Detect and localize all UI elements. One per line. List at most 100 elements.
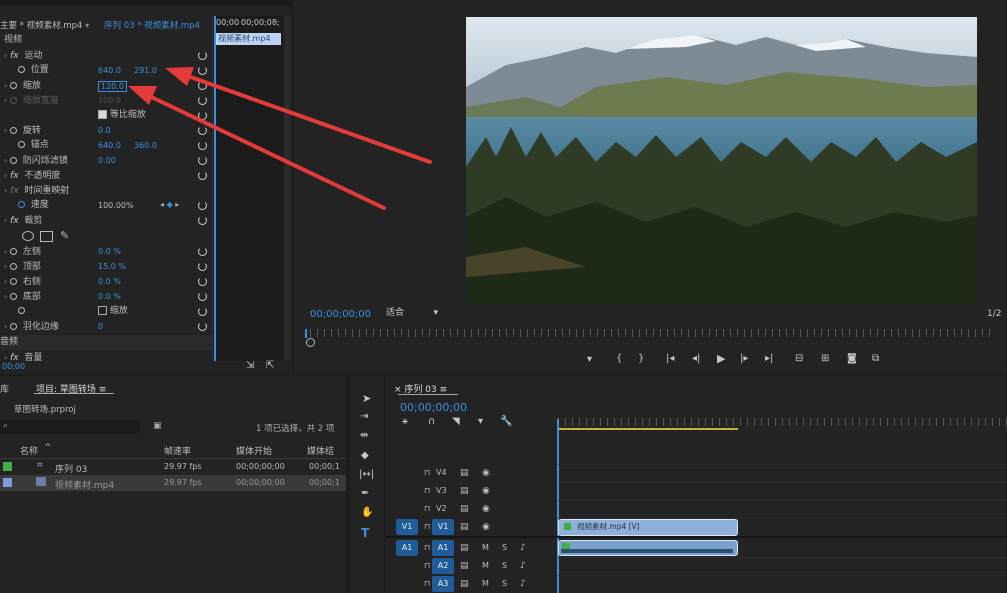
selection-tool-icon[interactable]: ➤ [362,392,371,405]
playhead-handle[interactable] [306,338,315,347]
add-marker-icon[interactable]: ▾ [587,354,592,365]
track-divider[interactable] [386,536,1007,538]
reset-scale-icon[interactable] [198,81,207,90]
column-media-start[interactable]: 媒体开始 [236,444,272,457]
lock-icon[interactable]: ⊓ [424,464,430,482]
add-marker-tl-icon[interactable]: ◥ [452,416,460,427]
track-target-a2[interactable]: A2 [432,558,454,574]
microphone-icon[interactable]: ♪ [520,557,526,575]
reset-scale-width-icon[interactable] [198,96,207,105]
fx-motion-row[interactable]: › fx 运动 [4,48,42,63]
sync-lock-icon[interactable]: ▤ [460,518,469,536]
library-tab[interactable]: 库 [0,382,9,395]
timeline-ruler[interactable] [558,418,1007,426]
track-target-a3[interactable]: A3 [432,576,454,592]
crop-top-value[interactable]: 15.0 % [98,262,126,271]
fit-dropdown[interactable]: 适合 ▾ [386,307,442,320]
linked-selection-icon[interactable]: ∩ [428,416,435,427]
zoom-checkbox-row[interactable]: 缩放 [98,304,128,319]
rotation-value[interactable]: 0.0 [98,126,111,135]
uniform-scale-checkbox[interactable] [98,110,107,119]
hand-tool-icon[interactable]: ✋ [361,507,373,518]
audio-clip[interactable] [558,540,738,556]
monitor-ruler[interactable] [310,329,993,337]
mark-out-icon[interactable]: } [638,353,644,364]
zoom-checkbox[interactable] [98,306,107,315]
label-color-chip[interactable] [3,478,12,487]
source-patch-v1[interactable]: V1 [396,519,418,535]
timeline-playhead[interactable] [557,419,559,593]
lock-icon[interactable]: ⊓ [424,482,430,500]
column-fps[interactable]: 帧速率 [164,444,191,457]
reset-position-icon[interactable] [198,66,207,75]
reset-crop-icon[interactable] [198,216,207,225]
reset-antiflicker-icon[interactable] [198,156,207,165]
stopwatch-icon[interactable] [18,66,25,73]
feather-value[interactable]: 0 [98,322,103,331]
reset-speed-icon[interactable] [198,201,207,210]
rectangle-mask-icon[interactable] [40,231,53,242]
fx-opacity-row[interactable]: › fx 不透明度 [4,168,60,183]
lift-icon[interactable]: ⊟ [795,353,803,364]
sync-lock-icon[interactable]: ▤ [460,557,469,575]
stopwatch-icon[interactable] [10,82,18,89]
microphone-icon[interactable]: ♪ [520,539,526,557]
lock-icon[interactable]: ⊓ [424,557,430,575]
keyframe-nav-icon[interactable]: ◂ ◆ ▸ [160,200,179,209]
sync-lock-icon[interactable]: ▤ [460,500,469,518]
reset-rotation-icon[interactable] [198,126,207,135]
column-name[interactable]: 名称 [20,444,38,457]
go-to-in-icon[interactable]: |◂ [666,353,674,364]
sync-lock-icon[interactable]: ▤ [460,464,469,482]
label-color-chip[interactable] [3,462,12,471]
pen-mask-icon[interactable]: ✎ [60,229,69,242]
mark-in-icon[interactable]: { [616,353,622,364]
uniform-scale-row[interactable]: 等比缩放 [98,108,146,123]
razor-icon[interactable]: ◆ [361,450,369,461]
list-item[interactable]: ⌗ 序列 03 29.97 fps 00;00;00;00 00;00;1 [0,459,346,475]
reset-feather-icon[interactable] [198,322,207,331]
pen-tool-icon[interactable]: ✒ [361,488,369,499]
antiflicker-value[interactable]: 0.00 [98,156,116,165]
track-target-a1[interactable]: A1 [432,540,454,556]
mini-playhead[interactable] [214,16,216,361]
eye-icon[interactable]: ◉ [482,518,490,536]
crop-right-value[interactable]: 0.0 % [98,277,121,286]
extract-icon[interactable]: ⊞ [821,353,829,364]
program-timecode[interactable]: 00;00;00;00 [310,309,371,320]
sort-asc-icon[interactable]: ^ [44,443,52,453]
reset-motion-icon[interactable] [198,51,207,60]
solo-button[interactable]: S [502,539,507,557]
reset-crop-top-icon[interactable] [198,262,207,271]
go-to-out-icon[interactable]: ▸| [765,353,773,364]
scrollbar[interactable] [285,16,290,361]
reset-anchor-icon[interactable] [198,141,207,150]
reset-crop-bottom-icon[interactable] [198,292,207,301]
wrench-icon[interactable]: 🔧 [500,416,512,427]
fx-crop-row[interactable]: › fx 裁剪 [4,213,42,228]
timeline-timecode[interactable]: 00;00;00;00 [400,401,467,414]
resolution-fraction[interactable]: 1/2 [987,309,1001,319]
anchor-x-value[interactable]: 640.0 [98,141,121,150]
scale-value-input[interactable]: 120.0 [98,81,127,92]
step-back-icon[interactable]: ◂| [692,353,700,364]
microphone-icon[interactable]: ♪ [520,575,526,593]
new-bin-icon[interactable]: ▣ [153,421,162,431]
sync-lock-icon[interactable]: ▤ [460,482,469,500]
export-frame-icon[interactable]: ⇲ [246,360,254,371]
eye-icon[interactable]: ◉ [482,500,490,518]
mute-button[interactable]: M [482,575,489,593]
lock-icon[interactable]: ⊓ [424,539,430,557]
ellipse-mask-icon[interactable] [22,231,34,241]
mute-button[interactable]: M [482,539,489,557]
time-remap-row[interactable]: › fx 时间重映射 [4,183,69,198]
lock-icon[interactable]: ⊓ [424,500,430,518]
step-forward-icon[interactable]: |▸ [740,353,748,364]
reset-opacity-icon[interactable] [198,171,207,180]
monitor-playhead[interactable] [305,329,307,338]
list-item[interactable]: 视频素材.mp4 29.97 fps 00;00;00;00 00;00;1 [0,475,346,491]
lock-icon[interactable]: ⊓ [424,518,430,536]
camera-icon[interactable]: ◙ [847,353,857,364]
sync-lock-icon[interactable]: ▤ [460,575,469,593]
solo-button[interactable]: S [502,575,507,593]
